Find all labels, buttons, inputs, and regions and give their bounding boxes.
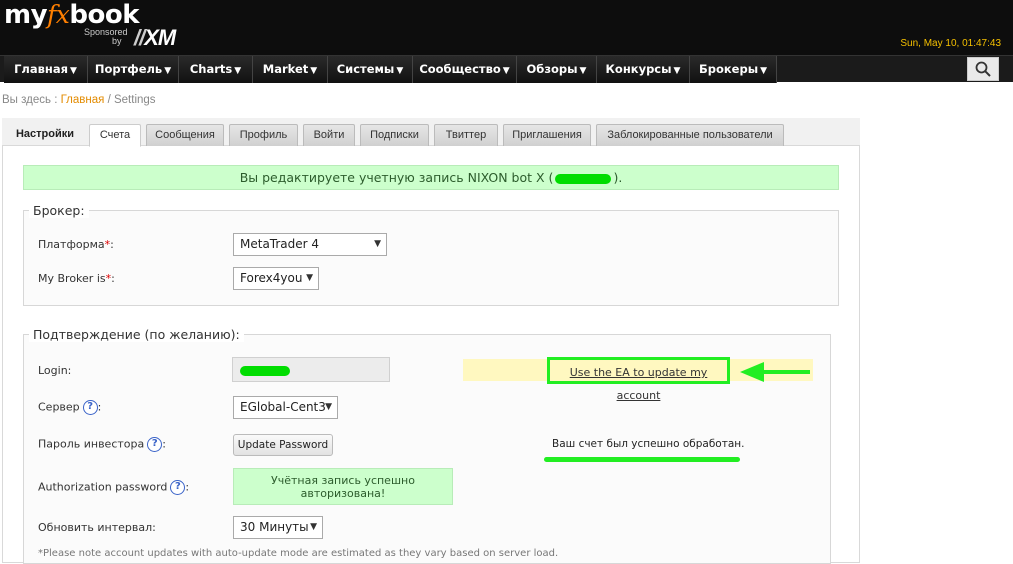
nav-label: Сообщество [419, 62, 501, 76]
broker-value: Forex4you [240, 271, 303, 285]
server-select[interactable]: EGlobal-Cent3 ▼ [233, 396, 338, 419]
tab-twitter[interactable]: Твиттер [434, 124, 498, 146]
broker-select[interactable]: Forex4you ▼ [233, 267, 319, 290]
main-nav: Главная ▼ Портфель ▼ Charts ▼ Market ▼ Систе… [0, 55, 1013, 83]
server-clock: Sun, May 10, 01:47:43 [900, 38, 1001, 49]
tab-blocked-users[interactable]: Заблокированные пользователи [596, 124, 784, 146]
nav-label: Брокеры [698, 62, 759, 76]
logo-prefix: my [4, 0, 48, 30]
platform-label-text: Платформа [38, 238, 105, 251]
chevron-down-icon: ▼ [306, 273, 313, 283]
nav-label: Конкурсы [605, 62, 672, 76]
help-icon[interactable]: ? [82, 400, 98, 415]
tab-profile[interactable]: Профиль [229, 124, 298, 146]
nav-item-contests[interactable]: Конкурсы ▼ [597, 56, 690, 83]
login-label: Login: [38, 364, 72, 377]
redaction-mark [240, 366, 290, 376]
breadcrumb: Вы здесь : Главная / Settings [2, 94, 156, 106]
editing-account-notice: Вы редактируете учетную запись NIXON bot… [23, 165, 839, 190]
server-value: EGlobal-Cent3 [240, 400, 326, 414]
nav-item-community[interactable]: Сообщество ▼ [413, 56, 517, 83]
label-colon: : [110, 238, 114, 251]
server-label: Сервер?: [38, 400, 101, 415]
label-colon: : [185, 480, 190, 494]
sponsored-by-label: by [112, 36, 122, 46]
update-interval-select[interactable]: 30 Минуты ▼ [233, 516, 323, 539]
chevron-down-icon: ▼ [374, 239, 381, 249]
breadcrumb-prefix: Вы здесь : [2, 94, 58, 106]
investor-password-label-text: Пароль инвестора [38, 437, 145, 451]
tab-settings-heading: Настройки [15, 128, 75, 140]
nav-label: Портфель [94, 62, 163, 76]
breadcrumb-home-link[interactable]: Главная [61, 94, 105, 106]
redaction-mark [555, 173, 612, 184]
confirmation-legend: Подтверждение (по желанию): [29, 327, 244, 342]
authorization-status: Учётная запись успешно авторизована! [233, 468, 453, 505]
nav-item-systems[interactable]: Системы ▼ [328, 56, 413, 83]
nav-item-market[interactable]: Market ▼ [253, 56, 328, 83]
broker-legend: Брокер: [29, 203, 89, 218]
tab-accounts[interactable]: Счета [89, 124, 141, 147]
label-colon: : [111, 272, 115, 285]
auth-status-line: Учётная запись успешно [271, 474, 415, 487]
platform-label: Платформа*: [38, 238, 114, 251]
help-icon[interactable]: ? [170, 480, 186, 495]
help-icon[interactable]: ? [147, 437, 163, 452]
green-underline-annotation [544, 457, 740, 462]
nav-label: Главная [14, 62, 68, 76]
logo-suffix: book [69, 0, 140, 30]
update-password-button[interactable]: Update Password [233, 434, 333, 456]
breadcrumb-separator: / [107, 94, 111, 106]
search-icon [975, 61, 991, 77]
ea-link-highlight: Use the EA to update my account [547, 357, 730, 402]
logo-fx: fx [47, 0, 70, 29]
label-colon: : [162, 437, 166, 451]
tab-subscriptions[interactable]: Подписки [360, 124, 429, 146]
authorization-password-label-text: Authorization password [38, 480, 168, 494]
breadcrumb-current: Settings [113, 94, 156, 106]
search-button[interactable] [967, 57, 999, 81]
xm-logo[interactable]: //XM [134, 25, 176, 51]
nav-label: Обзоры [526, 62, 578, 76]
chevron-down-icon: ▼ [310, 522, 317, 532]
broker-fieldset [23, 210, 839, 306]
tab-messages[interactable]: Сообщения [146, 124, 224, 146]
tab-invitations[interactable]: Приглашения [503, 124, 591, 146]
myfxbook-logo[interactable]: myfxbook [4, 0, 140, 30]
nav-label: Charts [189, 62, 233, 76]
update-interval-value: 30 Минуты [240, 520, 309, 534]
label-colon: : [97, 400, 102, 414]
platform-value: MetaTrader 4 [240, 237, 320, 251]
nav-label: Системы [336, 62, 395, 76]
notice-prefix: Вы редактируете учетную запись NIXON bot… [239, 170, 554, 185]
success-message: Ваш счет был успешно обработан. [552, 438, 745, 450]
footnote: *Please note account updates with auto-u… [38, 548, 559, 559]
broker-label-text: My Broker is [38, 272, 106, 285]
nav-item-brokers[interactable]: Брокеры ▼ [690, 56, 777, 83]
notice-suffix: ). [613, 170, 623, 185]
tab-login[interactable]: Войти [303, 124, 355, 146]
xm-logo-text: XM [144, 25, 176, 50]
nav-item-portfolio[interactable]: Портфель ▼ [88, 56, 179, 83]
update-interval-label: Обновить интервал: [38, 521, 156, 534]
nav-label: Market [262, 62, 309, 76]
login-field[interactable] [232, 357, 390, 382]
platform-select[interactable]: MetaTrader 4 ▼ [233, 233, 387, 256]
nav-item-home[interactable]: Главная ▼ [4, 56, 88, 83]
broker-label: My Broker is*: [38, 272, 115, 285]
server-label-text: Сервер [38, 400, 80, 414]
investor-password-label: Пароль инвестора?: [38, 437, 166, 452]
sponsored-by: Sponsored by [84, 28, 128, 46]
chevron-down-icon: ▼ [325, 402, 332, 412]
authorization-password-label: Authorization password?: [38, 480, 189, 495]
nav-item-reviews[interactable]: Обзоры ▼ [517, 56, 597, 83]
green-arrow-annotation [740, 362, 810, 382]
site-header: myfxbook Sponsored by //XM Sun, May 10, … [0, 0, 1013, 55]
auth-status-line: авторизована! [300, 487, 386, 500]
nav-item-charts[interactable]: Charts ▼ [179, 56, 253, 83]
